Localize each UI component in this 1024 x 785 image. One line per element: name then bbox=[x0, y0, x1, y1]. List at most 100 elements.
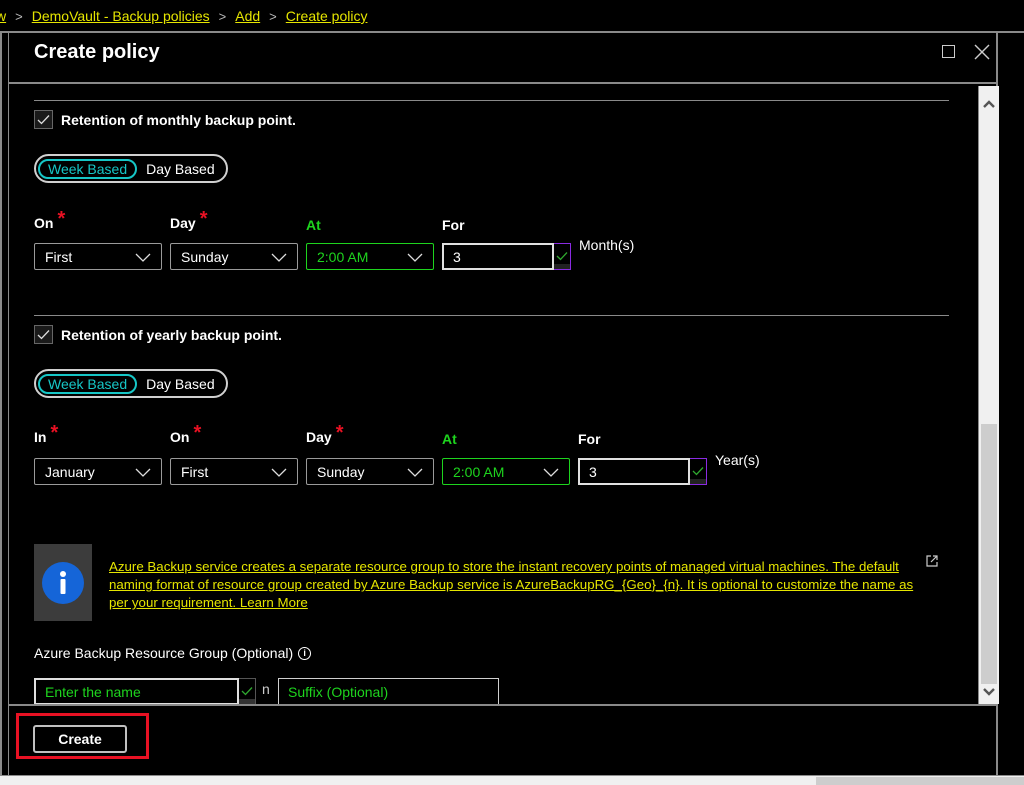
breadcrumb-item-overview[interactable]: w bbox=[0, 8, 6, 24]
yearly-day-label: Day * bbox=[306, 422, 344, 448]
monthly-retention-label: Retention of monthly backup point. bbox=[61, 111, 296, 128]
checkmark-icon bbox=[692, 467, 704, 476]
info-icon bbox=[42, 561, 84, 604]
yearly-in-label: In * bbox=[34, 422, 59, 448]
monthly-for-input[interactable]: 3 bbox=[442, 243, 554, 270]
valid-indicator bbox=[554, 243, 571, 270]
checkmark-icon bbox=[556, 252, 568, 261]
yearly-retention-label: Retention of yearly backup point. bbox=[61, 326, 282, 343]
monthly-on-label: On * bbox=[34, 208, 66, 234]
yearly-basis-toggle[interactable]: Week Based Day Based bbox=[34, 369, 228, 398]
resource-group-suffix-input[interactable]: Suffix (Optional) bbox=[278, 678, 499, 704]
monthly-on-value: First bbox=[45, 248, 73, 265]
monthly-for-unit: Month(s) bbox=[579, 237, 635, 253]
yearly-for-input[interactable]: 3 bbox=[578, 458, 690, 485]
checkmark-icon bbox=[37, 115, 50, 125]
yearly-day-based-option[interactable]: Day Based bbox=[137, 374, 223, 394]
resource-group-name-input[interactable]: Enter the name bbox=[34, 678, 239, 704]
chevron-down-icon bbox=[271, 253, 287, 262]
section-divider bbox=[34, 315, 949, 316]
yearly-for-input-group: 3 bbox=[578, 458, 707, 485]
breadcrumb-item-backup-policies[interactable]: DemoVault - Backup policies bbox=[32, 8, 210, 24]
close-icon bbox=[974, 44, 990, 60]
chevron-down-icon bbox=[543, 468, 559, 477]
yearly-for-label: For bbox=[578, 431, 601, 447]
chevron-down-icon bbox=[135, 253, 151, 262]
yearly-on-value: First bbox=[181, 463, 209, 480]
horizontal-scrollbar-thumb[interactable] bbox=[816, 777, 1024, 785]
yearly-day-select[interactable]: Sunday bbox=[306, 458, 434, 485]
monthly-on-select[interactable]: First bbox=[34, 243, 162, 270]
blade-header: Create policy bbox=[9, 33, 996, 84]
close-button[interactable] bbox=[973, 43, 991, 61]
yearly-week-based-option[interactable]: Week Based bbox=[38, 373, 138, 394]
required-indicator: * bbox=[199, 208, 208, 230]
monthly-week-based-option[interactable]: Week Based bbox=[38, 158, 138, 179]
yearly-at-value: 2:00 AM bbox=[453, 463, 505, 480]
breadcrumb-separator: > bbox=[218, 8, 227, 24]
monthly-day-value: Sunday bbox=[181, 248, 229, 265]
monthly-retention-checkbox[interactable] bbox=[34, 110, 53, 129]
monthly-for-input-group: 3 bbox=[442, 243, 571, 270]
monthly-at-label: At bbox=[306, 217, 321, 233]
yearly-at-select[interactable]: 2:00 AM bbox=[442, 458, 570, 485]
scrollbar-thumb[interactable] bbox=[981, 424, 997, 684]
scroll-up-button[interactable] bbox=[979, 94, 999, 114]
required-indicator: * bbox=[193, 422, 202, 444]
yearly-for-unit: Year(s) bbox=[715, 452, 760, 468]
info-tooltip-icon[interactable]: i bbox=[298, 646, 312, 660]
chevron-down-icon bbox=[407, 253, 423, 262]
resource-group-label: Azure Backup Resource Group (Optional) i bbox=[34, 645, 312, 661]
breadcrumb-separator: > bbox=[15, 8, 23, 24]
monthly-at-value: 2:00 AM bbox=[317, 248, 369, 265]
checkmark-icon bbox=[241, 687, 253, 696]
yearly-day-value: Sunday bbox=[317, 463, 365, 480]
breadcrumb: w > DemoVault - Backup policies > Add > … bbox=[0, 0, 1024, 33]
horizontal-scrollbar[interactable] bbox=[0, 775, 1024, 785]
name-suffix-separator: n bbox=[262, 681, 270, 697]
monthly-day-based-option[interactable]: Day Based bbox=[137, 159, 223, 179]
yearly-retention-checkbox[interactable] bbox=[34, 325, 53, 344]
yearly-in-select[interactable]: January bbox=[34, 458, 162, 485]
monthly-retention-checkbox-row[interactable]: Retention of monthly backup point. bbox=[34, 110, 296, 129]
external-link-icon bbox=[926, 555, 938, 567]
create-policy-blade: Create policy Retention of monthly backu… bbox=[0, 33, 999, 775]
chevron-down-icon bbox=[135, 468, 151, 477]
yearly-on-label-text: On bbox=[170, 429, 190, 445]
chevron-up-icon bbox=[983, 100, 995, 108]
blade-inner: Create policy Retention of monthly backu… bbox=[8, 33, 999, 775]
blade-footer: Create bbox=[9, 704, 996, 775]
external-link-button[interactable] bbox=[925, 554, 939, 573]
required-indicator: * bbox=[335, 422, 344, 444]
monthly-at-select[interactable]: 2:00 AM bbox=[306, 243, 434, 270]
checkmark-icon bbox=[37, 330, 50, 340]
monthly-on-label-text: On bbox=[34, 215, 54, 231]
required-indicator: * bbox=[50, 422, 59, 444]
monthly-day-label-text: Day bbox=[170, 215, 196, 231]
blade-content: Retention of monthly backup point. Week … bbox=[9, 86, 978, 704]
section-divider bbox=[34, 100, 949, 101]
chevron-down-icon bbox=[271, 468, 287, 477]
yearly-in-label-text: In bbox=[34, 429, 47, 445]
info-icon-box bbox=[34, 544, 92, 621]
info-message-link[interactable]: Azure Backup service creates a separate … bbox=[109, 558, 914, 612]
vertical-scrollbar[interactable] bbox=[978, 86, 999, 704]
maximize-button[interactable] bbox=[940, 43, 958, 61]
monthly-basis-toggle[interactable]: Week Based Day Based bbox=[34, 154, 228, 183]
resource-group-label-text: Azure Backup Resource Group (Optional) bbox=[34, 645, 294, 661]
breadcrumb-separator: > bbox=[269, 8, 277, 24]
yearly-retention-checkbox-row[interactable]: Retention of yearly backup point. bbox=[34, 325, 282, 344]
breadcrumb-item-create-policy[interactable]: Create policy bbox=[286, 8, 368, 24]
yearly-day-label-text: Day bbox=[306, 429, 332, 445]
yearly-at-label: At bbox=[442, 431, 457, 447]
monthly-day-select[interactable]: Sunday bbox=[170, 243, 298, 270]
chevron-down-icon bbox=[407, 468, 423, 477]
yearly-on-select[interactable]: First bbox=[170, 458, 298, 485]
required-indicator: * bbox=[57, 208, 66, 230]
chevron-down-icon bbox=[983, 688, 995, 696]
valid-indicator bbox=[239, 678, 256, 704]
create-button[interactable]: Create bbox=[33, 725, 127, 753]
breadcrumb-item-add[interactable]: Add bbox=[235, 8, 260, 24]
scroll-down-button[interactable] bbox=[979, 682, 999, 702]
yearly-in-value: January bbox=[45, 463, 95, 480]
